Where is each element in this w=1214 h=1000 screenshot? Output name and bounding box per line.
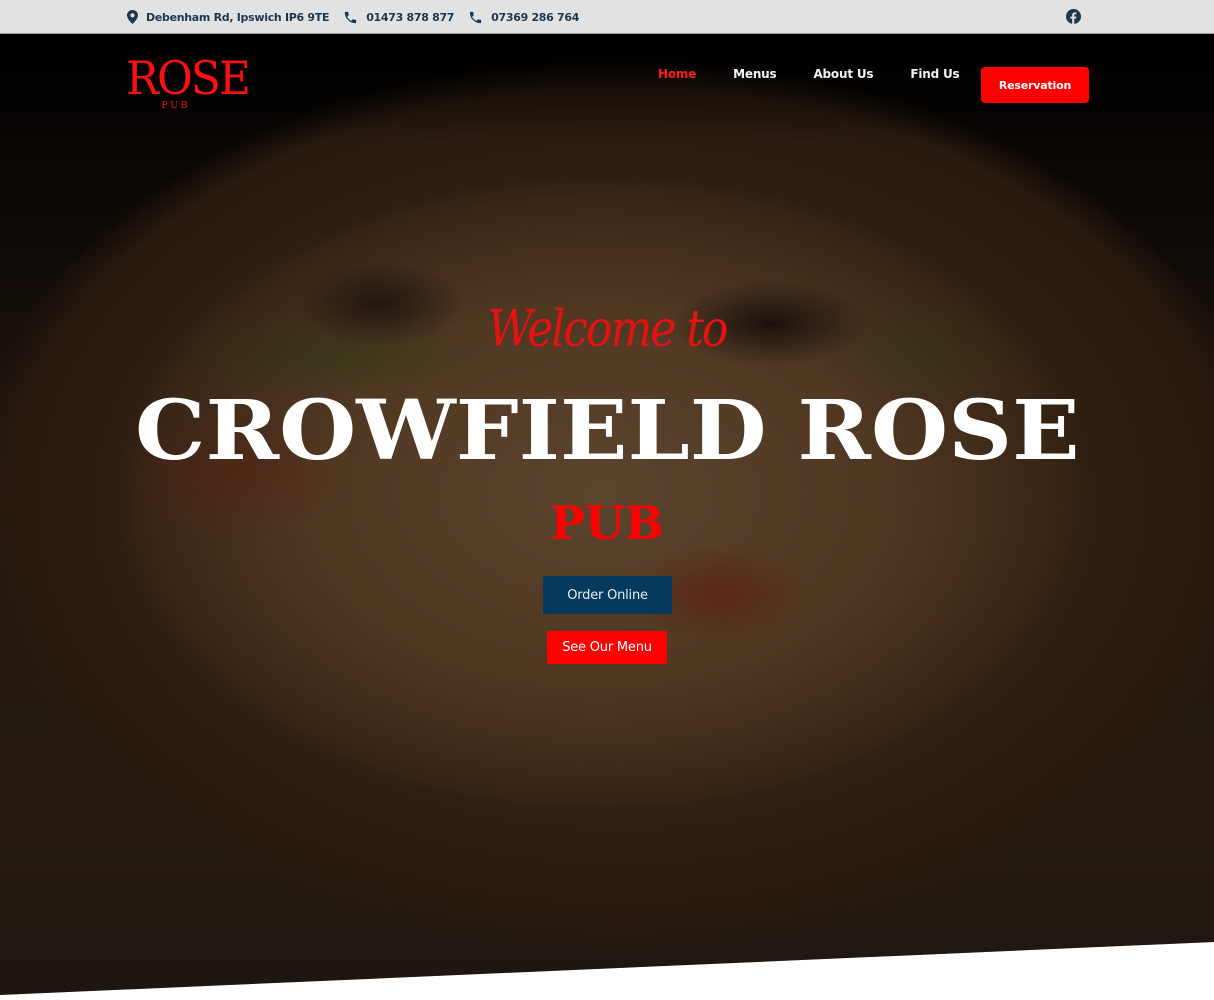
hero-subtitle: PUB xyxy=(550,496,664,550)
phone-text-2: 07369 286 764 xyxy=(491,10,580,24)
address-text: Debenham Rd, Ipswich IP6 9TE xyxy=(146,10,330,24)
address-item[interactable]: Debenham Rd, Ipswich IP6 9TE xyxy=(127,10,330,24)
main-nav: Home Menus About Us Find Us xyxy=(658,67,996,81)
nav-about-us[interactable]: About Us xyxy=(813,67,873,81)
phone-icon xyxy=(345,11,357,23)
site-logo[interactable]: ROSE PUB xyxy=(126,51,251,115)
hero-section: ROSE PUB Home Menus About Us Find Us Res… xyxy=(0,34,1214,995)
contact-info: Debenham Rd, Ipswich IP6 9TE 01473 878 8… xyxy=(127,0,593,34)
order-online-button[interactable]: Order Online xyxy=(543,576,672,614)
phone-item-1[interactable]: 01473 878 877 xyxy=(343,10,454,25)
phone-text-1: 01473 878 877 xyxy=(366,10,455,24)
hero-title: CROWFIELD ROSE xyxy=(0,381,1214,481)
facebook-icon[interactable] xyxy=(1066,9,1081,24)
phone-item-2[interactable]: 07369 286 764 xyxy=(468,10,579,25)
hero-title-text: CROWFIELD ROSE xyxy=(134,383,1080,479)
welcome-script-heading: Welcome to xyxy=(487,300,729,359)
phone-icon xyxy=(470,11,482,23)
nav-menus[interactable]: Menus xyxy=(733,67,777,81)
top-info-bar: Debenham Rd, Ipswich IP6 9TE 01473 878 8… xyxy=(0,0,1214,34)
reservation-button[interactable]: Reservation xyxy=(981,67,1089,103)
nav-find-us[interactable]: Find Us xyxy=(910,67,959,81)
logo-wordmark: ROSE xyxy=(126,51,251,105)
nav-home[interactable]: Home xyxy=(658,67,696,81)
map-pin-icon xyxy=(127,10,138,24)
see-menu-button[interactable]: See Our Menu xyxy=(547,631,667,664)
